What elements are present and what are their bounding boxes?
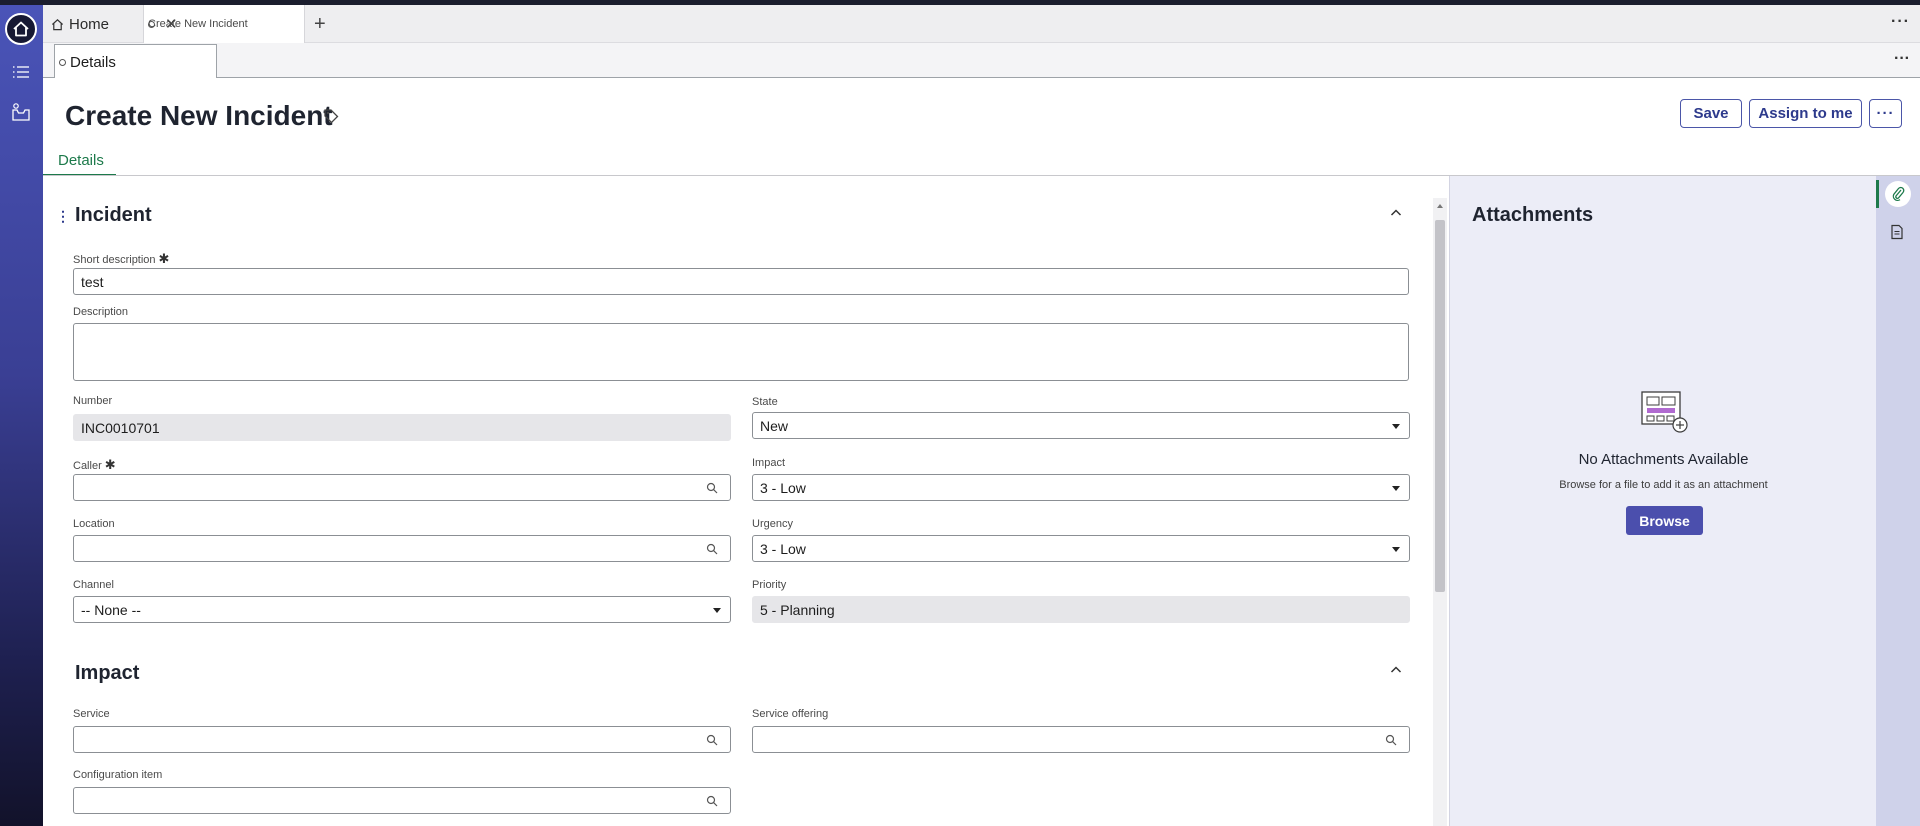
short-description-label: Short description ✱ bbox=[73, 251, 169, 267]
search-icon[interactable] bbox=[706, 482, 718, 494]
priority-field: 5 - Planning bbox=[752, 596, 1410, 623]
browse-button[interactable]: Browse bbox=[1626, 506, 1703, 535]
search-icon[interactable] bbox=[1385, 734, 1397, 746]
dropdown-caret-icon bbox=[713, 608, 721, 613]
record-header: Create New Incident Save Assign to me ··… bbox=[43, 78, 1920, 176]
add-tab-button[interactable]: + bbox=[314, 5, 326, 43]
description-textarea[interactable] bbox=[73, 323, 1409, 381]
impact-select[interactable]: 3 - Low bbox=[752, 474, 1410, 501]
document-icon bbox=[1891, 224, 1903, 240]
number-field: INC0010701 bbox=[73, 414, 731, 441]
tag-button[interactable] bbox=[323, 108, 339, 129]
workspace-tab-bar: Home Create New Incident ✕ + ··· bbox=[43, 5, 1920, 43]
short-description-label-text: Short description bbox=[73, 254, 156, 266]
channel-select[interactable]: -- None -- bbox=[73, 596, 731, 623]
service-offering-label: Service offering bbox=[752, 708, 829, 720]
section-title-impact: Impact bbox=[75, 662, 140, 684]
service-label: Service bbox=[73, 708, 110, 720]
caller-label: Caller ✱ bbox=[73, 457, 116, 473]
urgency-label: Urgency bbox=[752, 518, 793, 530]
state-label: State bbox=[752, 396, 778, 408]
side-rail-active-indicator bbox=[1876, 180, 1879, 208]
subtab-bar: Details ··· bbox=[43, 43, 1920, 79]
impact-value: 3 - Low bbox=[760, 479, 806, 496]
service-offering-input[interactable] bbox=[752, 726, 1410, 753]
location-label: Location bbox=[73, 518, 115, 530]
list-icon bbox=[13, 66, 29, 78]
dropdown-caret-icon bbox=[1392, 424, 1400, 429]
home-button[interactable] bbox=[5, 13, 37, 45]
search-icon[interactable] bbox=[706, 734, 718, 746]
tag-icon bbox=[324, 109, 339, 124]
attachments-panel-button[interactable] bbox=[1885, 181, 1911, 207]
subtab-details[interactable]: Details bbox=[54, 44, 217, 79]
attachments-title: Attachments bbox=[1472, 204, 1594, 226]
drag-handle-icon[interactable]: ⋮ bbox=[56, 208, 70, 225]
contextual-side-rail bbox=[1876, 176, 1920, 826]
location-input[interactable] bbox=[73, 535, 731, 562]
scrollbar-thumb[interactable] bbox=[1435, 220, 1445, 592]
tab-home-label: Home bbox=[69, 15, 110, 33]
impact-label: Impact bbox=[752, 457, 786, 469]
subtab-details-label: Details bbox=[70, 53, 116, 71]
caller-label-text: Caller bbox=[73, 460, 102, 472]
page-title: Create New Incident bbox=[65, 100, 333, 131]
tab-details[interactable]: Details bbox=[43, 152, 116, 176]
urgency-select[interactable]: 3 - Low bbox=[752, 535, 1410, 562]
required-icon: ✱ bbox=[104, 457, 116, 472]
empty-attachments-illustration-icon bbox=[1641, 391, 1688, 433]
required-icon: ✱ bbox=[158, 251, 170, 266]
home-icon bbox=[51, 18, 64, 30]
no-attachments-text: No Attachments Available bbox=[1578, 451, 1749, 468]
more-actions-button[interactable]: ··· bbox=[1869, 99, 1902, 128]
attachments-panel: Attachments No Attachments Available Bro… bbox=[1449, 176, 1876, 826]
description-label: Description bbox=[73, 306, 129, 318]
service-input[interactable] bbox=[73, 726, 731, 753]
tabbar-more-button[interactable]: ··· bbox=[1891, 13, 1910, 31]
channel-value: -- None -- bbox=[81, 601, 141, 618]
incident-form: ⋮ Incident Short description ✱ test Descr… bbox=[43, 176, 1449, 826]
tab-home[interactable]: Home bbox=[51, 5, 109, 43]
inbox-button[interactable] bbox=[10, 101, 32, 123]
inbox-icon bbox=[12, 103, 30, 121]
search-icon[interactable] bbox=[706, 795, 718, 807]
save-button[interactable]: Save bbox=[1680, 99, 1742, 128]
configuration-item-input[interactable] bbox=[73, 787, 731, 814]
number-label: Number bbox=[73, 395, 113, 407]
state-select[interactable]: New bbox=[752, 412, 1410, 439]
state-value: New bbox=[760, 417, 789, 434]
urgency-value: 3 - Low bbox=[760, 540, 806, 557]
caller-input[interactable] bbox=[73, 474, 731, 501]
attachments-hint: Browse for a file to add it as an attach… bbox=[1559, 479, 1768, 491]
assign-to-me-button[interactable]: Assign to me bbox=[1749, 99, 1862, 128]
chevron-up-icon[interactable] bbox=[1390, 207, 1402, 219]
dropdown-caret-icon bbox=[1392, 547, 1400, 552]
form-scrollbar[interactable] bbox=[1433, 198, 1447, 826]
left-nav-rail bbox=[0, 5, 43, 826]
paperclip-icon bbox=[1892, 186, 1905, 201]
chevron-up-icon[interactable] bbox=[1390, 664, 1402, 676]
home-icon bbox=[13, 21, 29, 37]
priority-label: Priority bbox=[752, 579, 787, 591]
short-description-input[interactable]: test bbox=[73, 268, 1409, 295]
scroll-up-icon[interactable] bbox=[1437, 204, 1443, 208]
document-panel-button[interactable] bbox=[1890, 224, 1904, 245]
tab-create-new-incident[interactable]: Create New Incident ✕ bbox=[143, 5, 305, 43]
tab-active-label: Create New Incident bbox=[148, 18, 248, 30]
channel-label: Channel bbox=[73, 579, 114, 591]
subtab-more-button[interactable]: ··· bbox=[1894, 50, 1910, 68]
dropdown-caret-icon bbox=[1392, 486, 1400, 491]
all-menu-button[interactable] bbox=[10, 61, 32, 83]
unsaved-dot-icon bbox=[59, 58, 66, 66]
configuration-item-label: Configuration item bbox=[73, 769, 163, 781]
section-title-incident: Incident bbox=[75, 204, 152, 226]
search-icon[interactable] bbox=[706, 543, 718, 555]
